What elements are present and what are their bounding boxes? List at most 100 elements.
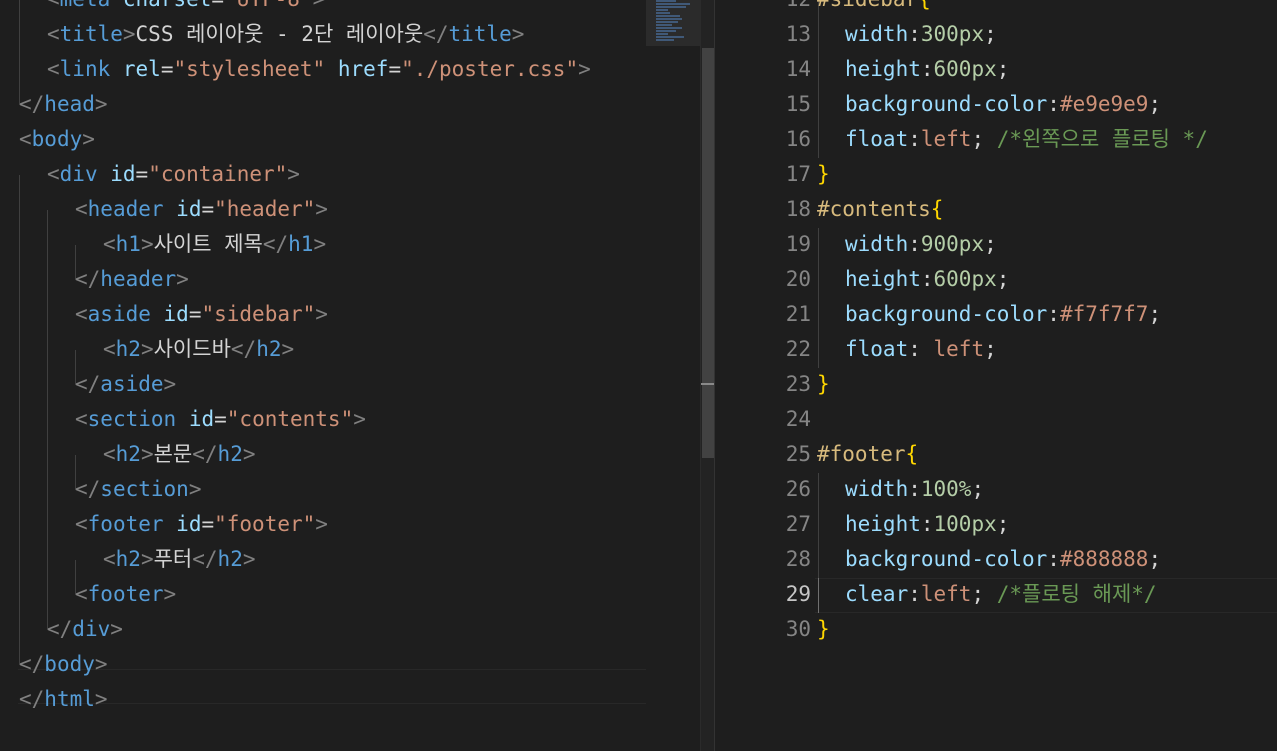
code-token: "sidebar" bbox=[201, 302, 316, 326]
code-line[interactable]: float: left; bbox=[845, 332, 997, 367]
code-line[interactable]: height:600px; bbox=[845, 52, 1009, 87]
code-token: background-color bbox=[845, 547, 1048, 571]
code-line[interactable]: </header> bbox=[75, 262, 189, 297]
code-line[interactable]: #sidebar{ bbox=[817, 0, 931, 17]
code-line[interactable]: <section id="contents"> bbox=[75, 402, 366, 437]
code-token: < bbox=[47, 0, 60, 11]
code-line[interactable]: </html> bbox=[19, 682, 108, 717]
code-line[interactable]: float:left; /*왼쪽으로 플로팅 */ bbox=[845, 122, 1208, 157]
code-line[interactable]: <h2>본문</h2> bbox=[103, 437, 256, 472]
code-line[interactable]: </aside> bbox=[75, 367, 176, 402]
code-token: float bbox=[845, 337, 909, 361]
code-line[interactable]: <title>CSS 레이아웃 - 2단 레이아웃</title> bbox=[47, 17, 524, 52]
code-token: </ bbox=[262, 232, 289, 256]
code-line[interactable]: <h1>사이트 제목</h1> bbox=[103, 227, 326, 262]
code-line[interactable]: <aside id="sidebar"> bbox=[75, 297, 328, 332]
code-line[interactable]: <link rel="stylesheet" href="./poster.cs… bbox=[47, 52, 591, 87]
code-token: < bbox=[103, 442, 116, 466]
code-token: < bbox=[19, 127, 32, 151]
minimap[interactable] bbox=[646, 0, 700, 751]
code-token: </ bbox=[75, 267, 101, 291]
code-token: 600px bbox=[933, 267, 997, 291]
code-line[interactable]: </div> bbox=[47, 612, 123, 647]
code-line[interactable]: width:900px; bbox=[845, 227, 997, 262]
code-token: ; bbox=[984, 232, 997, 256]
code-line[interactable]: width:300px; bbox=[845, 17, 997, 52]
code-token: href bbox=[337, 57, 389, 81]
code-line[interactable]: background-color:#e9e9e9; bbox=[845, 87, 1161, 122]
code-line[interactable]: #contents{ bbox=[817, 192, 943, 227]
code-token: title bbox=[59, 22, 123, 46]
code-token: < bbox=[103, 337, 116, 361]
code-line[interactable]: <meta charset="UTF-8"> bbox=[47, 0, 325, 17]
code-token: id bbox=[188, 407, 215, 431]
code-line[interactable]: <h2>푸터</h2> bbox=[103, 542, 256, 577]
current-line-highlight-left bbox=[18, 669, 646, 704]
code-token: footer bbox=[87, 512, 164, 536]
code-token: clear bbox=[845, 582, 909, 606]
code-line[interactable]: </body> bbox=[19, 647, 108, 682]
code-token: < bbox=[47, 162, 60, 186]
code-token: = bbox=[160, 57, 174, 81]
code-line[interactable]: <footer id="footer"> bbox=[75, 507, 328, 542]
line-number: 27 bbox=[785, 512, 811, 536]
code-token: "container" bbox=[148, 162, 288, 186]
code-token: ; bbox=[984, 22, 997, 46]
code-token: ; bbox=[971, 127, 997, 151]
code-token: left bbox=[933, 337, 985, 361]
code-line[interactable]: <h2>사이드바</h2> bbox=[103, 332, 294, 367]
code-token: < bbox=[75, 197, 88, 221]
code-token: > bbox=[94, 652, 108, 676]
code-token: 600px bbox=[933, 57, 997, 81]
code-token: </ bbox=[19, 687, 45, 711]
code-token: > bbox=[82, 127, 95, 151]
code-token: > bbox=[163, 372, 177, 396]
code-token: </ bbox=[19, 652, 45, 676]
code-token: id bbox=[163, 302, 189, 326]
code-line[interactable]: <footer> bbox=[75, 577, 176, 612]
indent-guide bbox=[818, 0, 819, 158]
code-line[interactable]: </head> bbox=[19, 87, 108, 122]
indent-guide bbox=[47, 210, 48, 630]
code-token: #contents bbox=[817, 197, 931, 221]
code-line[interactable]: } bbox=[817, 367, 830, 402]
code-line[interactable]: height:600px; bbox=[845, 262, 1009, 297]
code-token: : bbox=[908, 582, 921, 606]
code-token: height bbox=[845, 57, 921, 81]
code-token: = bbox=[201, 197, 215, 221]
code-token: ; bbox=[1148, 92, 1162, 116]
line-number: 12 bbox=[735, 0, 811, 17]
code-token: CSS 레이아웃 - 2단 레이아웃 bbox=[135, 22, 424, 46]
code-line[interactable]: </section> bbox=[75, 472, 201, 507]
code-line[interactable]: clear:left; /*플로팅 해제*/ bbox=[845, 577, 1157, 612]
code-token: ; bbox=[1148, 302, 1162, 326]
code-line[interactable]: height:100px; bbox=[845, 507, 1009, 542]
code-token: head bbox=[44, 92, 95, 116]
css-editor-pane[interactable]: 12#sidebar{13width:300px;14height:600px;… bbox=[715, 0, 1277, 751]
code-line[interactable]: width:100%; bbox=[845, 472, 984, 507]
html-editor-pane[interactable]: <meta charset="UTF-8"><title>CSS 레이아웃 - … bbox=[0, 0, 646, 751]
code-line[interactable]: #footer{ bbox=[817, 437, 918, 472]
code-line[interactable]: background-color:#888888; bbox=[845, 542, 1161, 577]
code-token: h2 bbox=[217, 442, 243, 466]
code-line[interactable]: <body> bbox=[19, 122, 95, 157]
code-token: < bbox=[75, 512, 88, 536]
code-line[interactable]: } bbox=[817, 157, 830, 192]
code-token: float bbox=[845, 127, 909, 151]
code-token: h2 bbox=[115, 337, 141, 361]
code-token: < bbox=[103, 232, 116, 256]
code-line[interactable]: } bbox=[817, 612, 830, 647]
code-token: > bbox=[140, 442, 154, 466]
code-token: = bbox=[135, 162, 149, 186]
code-token: charset bbox=[123, 0, 212, 11]
code-token: > bbox=[140, 337, 154, 361]
code-line[interactable]: background-color:#f7f7f7; bbox=[845, 297, 1161, 332]
code-line[interactable]: <header id="header"> bbox=[75, 192, 328, 227]
vertical-scrollbar[interactable] bbox=[700, 0, 715, 751]
code-token: meta bbox=[60, 0, 111, 11]
code-token: 사이트 제목 bbox=[153, 232, 263, 256]
code-line[interactable]: <div id="container"> bbox=[47, 157, 300, 192]
indent-guide bbox=[818, 228, 819, 368]
